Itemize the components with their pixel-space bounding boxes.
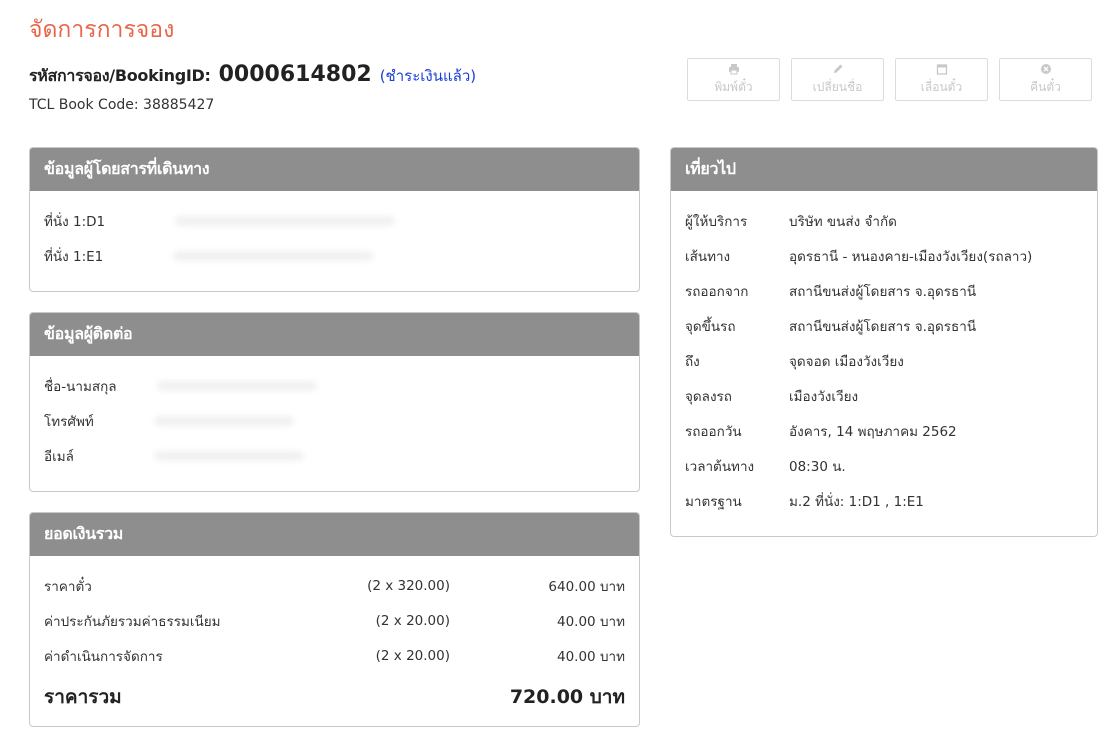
tcl-book-code: TCL Book Code: 38885427 xyxy=(29,97,215,113)
trip-value: เมืองวังเวียง xyxy=(789,388,859,405)
printer-icon xyxy=(728,63,739,74)
fare-description: ราคาตั๋ว xyxy=(44,578,92,595)
reschedule-ticket-label: เลื่อนตั๋ว xyxy=(920,79,963,94)
outbound-trip-panel: เที่ยวไป ผู้ให้บริการ บริษัท ขนส่ง จำกัด… xyxy=(670,147,1098,537)
contact-phone-label: โทรศัพท์ xyxy=(44,413,94,430)
redacted-passenger-name xyxy=(173,250,374,261)
trip-label: จุดลงรถ xyxy=(685,388,732,405)
trip-row-departure-time: เวลาต้นทาง 08:30 น. xyxy=(685,448,1083,483)
total-amount-panel: ยอดเงินรวม ราคาตั๋ว (2 x 320.00) 640.00 … xyxy=(29,512,640,727)
trip-value: จุดจอด เมืองวังเวียง xyxy=(789,353,904,370)
cancel-icon xyxy=(1040,63,1051,74)
contact-email-label: อีเมล์ xyxy=(44,448,74,465)
calendar-icon xyxy=(936,63,947,75)
fare-row: ค่าประกันภัยรวมค่าธรรมเนียม (2 x 20.00) … xyxy=(44,603,625,638)
trip-label: เวลาต้นทาง xyxy=(685,458,755,475)
trip-row-arrival: ถึง จุดจอด เมืองวังเวียง xyxy=(685,343,1083,378)
contact-name-row: ชื่อ-นามสกุล xyxy=(44,368,625,403)
trip-value: อุดรธานี - หนองคาย-เมืองวังเวียง(รถลาว) xyxy=(789,248,1033,265)
print-ticket-button[interactable]: พิมพ์ตั๋ว xyxy=(687,58,780,101)
fare-row: ราคาตั๋ว (2 x 320.00) 640.00 บาท xyxy=(44,568,625,603)
refund-ticket-button[interactable]: คืนตั๋ว xyxy=(999,58,1092,101)
trip-row-boarding-point: จุดขึ้นรถ สถานีขนส่งผู้โดยสาร จ.อุดรธานี xyxy=(685,308,1083,343)
fare-row: ค่าดำเนินการจัดการ (2 x 20.00) 40.00 บาท xyxy=(44,638,625,673)
booking-id-value: 0000614802 xyxy=(218,62,372,87)
change-name-label: เปลี่ยนชื่อ xyxy=(812,79,863,94)
total-amount-header: ยอดเงินรวม xyxy=(30,513,639,556)
trip-row-dropoff-point: จุดลงรถ เมืองวังเวียง xyxy=(685,378,1083,413)
trip-row-departure-date: รถออกวัน อังคาร, 14 พฤษภาคม 2562 xyxy=(685,413,1083,448)
payment-status: (ชำระเงินแล้ว) xyxy=(379,67,477,85)
trip-label: รถออกวัน xyxy=(685,423,742,440)
grand-total-value: 720.00 บาท xyxy=(509,686,625,708)
trip-label: ถึง xyxy=(685,353,700,370)
trip-label: จุดขึ้นรถ xyxy=(685,318,736,335)
trip-row-route: เส้นทาง อุดรธานี - หนองคาย-เมืองวังเวียง… xyxy=(685,238,1083,273)
print-ticket-label: พิมพ์ตั๋ว xyxy=(714,79,753,94)
trip-label: รถออกจาก xyxy=(685,283,749,300)
fare-quantity: (2 x 320.00) xyxy=(367,577,450,594)
outbound-trip-header: เที่ยวไป xyxy=(671,148,1097,191)
trip-value: บริษัท ขนส่ง จำกัด xyxy=(789,213,897,230)
seat-label: ที่นั่ง 1:D1 xyxy=(44,213,106,230)
action-toolbar: พิมพ์ตั๋ว เปลี่ยนชื่อ เลื่อนตั๋ว คืนตั๋ว xyxy=(687,58,1092,101)
contact-info-header: ข้อมูลผู้ติดต่อ xyxy=(30,313,639,356)
passenger-info-panel: ข้อมูลผู้โดยสารที่เดินทาง ที่นั่ง 1:D1 ท… xyxy=(29,147,640,292)
trip-value: ม.2 ที่นั่ง: 1:D1 , 1:E1 xyxy=(789,493,924,510)
trip-row-standard: มาตรฐาน ม.2 ที่นั่ง: 1:D1 , 1:E1 xyxy=(685,483,1083,518)
contact-name-label: ชื่อ-นามสกุล xyxy=(44,378,117,395)
change-name-button[interactable]: เปลี่ยนชื่อ xyxy=(791,58,884,101)
trip-value: 08:30 น. xyxy=(789,458,846,475)
trip-row-operator: ผู้ให้บริการ บริษัท ขนส่ง จำกัด xyxy=(685,203,1083,238)
refund-ticket-label: คืนตั๋ว xyxy=(1030,79,1061,94)
trip-value: สถานีขนส่งผู้โดยสาร จ.อุดรธานี xyxy=(789,283,977,300)
trip-label: มาตรฐาน xyxy=(685,493,742,510)
fare-amount: 40.00 บาท xyxy=(557,613,625,630)
pencil-icon xyxy=(833,64,842,73)
seat-row: ที่นั่ง 1:D1 xyxy=(44,203,625,238)
trip-value: สถานีขนส่งผู้โดยสาร จ.อุดรธานี xyxy=(789,318,977,335)
fare-description: ค่าประกันภัยรวมค่าธรรมเนียม xyxy=(44,613,221,630)
page-title: จัดการการจอง xyxy=(29,17,175,43)
contact-phone-row: โทรศัพท์ xyxy=(44,403,625,438)
trip-row-departure-station: รถออกจาก สถานีขนส่งผู้โดยสาร จ.อุดรธานี xyxy=(685,273,1083,308)
contact-email-row: อีเมล์ xyxy=(44,438,625,473)
fare-quantity: (2 x 20.00) xyxy=(375,647,450,664)
trip-label: ผู้ให้บริการ xyxy=(685,213,748,230)
booking-id-line: รหัสการจอง/BookingID: 0000614802 (ชำระเง… xyxy=(29,62,476,89)
seat-row: ที่นั่ง 1:E1 xyxy=(44,238,625,273)
trip-label: เส้นทาง xyxy=(685,248,731,265)
redacted-passenger-name xyxy=(175,215,396,226)
seat-label: ที่นั่ง 1:E1 xyxy=(44,248,104,265)
fare-amount: 640.00 บาท xyxy=(548,578,625,595)
fare-description: ค่าดำเนินการจัดการ xyxy=(44,648,163,665)
reschedule-ticket-button[interactable]: เลื่อนตั๋ว xyxy=(895,58,988,101)
fare-quantity: (2 x 20.00) xyxy=(375,612,450,629)
booking-id-label: รหัสการจอง/BookingID: xyxy=(29,66,211,85)
passenger-info-header: ข้อมูลผู้โดยสารที่เดินทาง xyxy=(30,148,639,191)
grand-total-label: ราคารวม xyxy=(44,686,122,708)
trip-value: อังคาร, 14 พฤษภาคม 2562 xyxy=(789,423,957,440)
redacted-contact-name xyxy=(156,380,317,391)
redacted-contact-phone xyxy=(153,415,294,426)
fare-amount: 40.00 บาท xyxy=(557,648,625,665)
contact-info-panel: ข้อมูลผู้ติดต่อ ชื่อ-นามสกุล โทรศัพท์ อี… xyxy=(29,312,640,492)
grand-total-row: ราคารวม 720.00 บาท xyxy=(44,673,625,721)
redacted-contact-email xyxy=(153,450,304,461)
